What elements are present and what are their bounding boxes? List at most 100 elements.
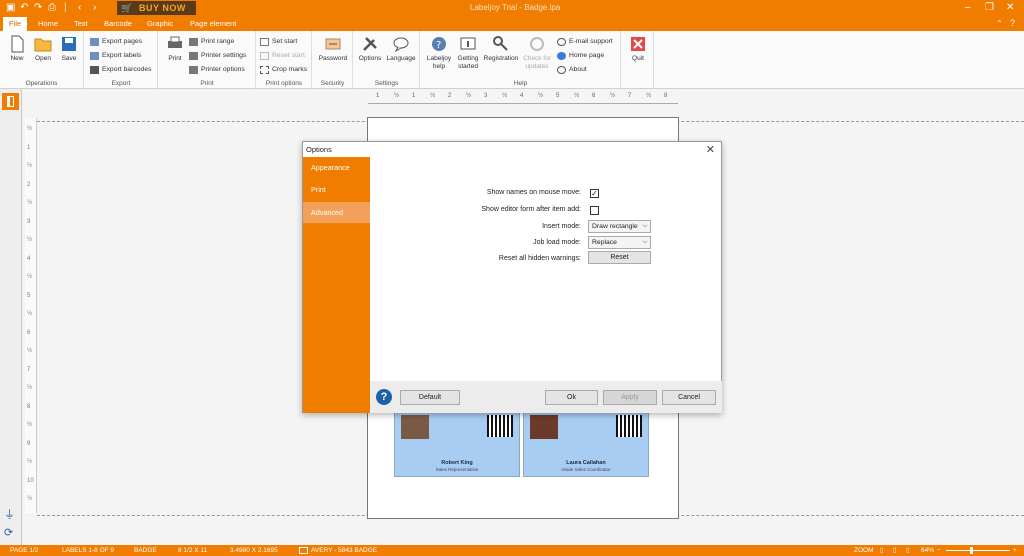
export-labels-label: Export labels — [102, 52, 142, 59]
open-label: Open — [35, 55, 51, 62]
group-label-security: Security — [320, 80, 345, 87]
job-load-select[interactable]: Replace ⌵ — [588, 236, 651, 249]
language-button[interactable]: Language — [385, 35, 417, 63]
about-label: About — [569, 66, 587, 73]
forward-icon[interactable]: › — [93, 2, 96, 14]
zoom-fit-icon[interactable]: ▯ — [906, 545, 910, 556]
zoom-page-icon[interactable]: ▯ — [880, 545, 884, 556]
print-icon[interactable]: ⎙ — [48, 2, 56, 14]
save-button[interactable]: Save — [58, 35, 80, 63]
zoom-slider-thumb[interactable] — [970, 547, 973, 554]
nav-appearance[interactable]: Appearance — [303, 157, 370, 178]
status-zoom-label: ZOOM — [854, 547, 874, 554]
options-button[interactable]: Options — [356, 35, 384, 63]
reset-warnings-button[interactable]: Reset — [588, 251, 651, 264]
getting-started-button[interactable]: Getting started — [454, 35, 482, 71]
email-support-button[interactable]: E-mail support — [557, 36, 613, 48]
zoom-out-button[interactable]: − — [937, 545, 941, 556]
save-icon[interactable]: ▣ — [6, 2, 15, 14]
new-label: New — [10, 55, 24, 62]
help-icon[interactable]: ? — [376, 389, 392, 405]
default-button[interactable]: Default — [400, 390, 460, 405]
zoom-slider[interactable] — [946, 550, 1010, 551]
tab-graphic[interactable]: Graphic — [141, 17, 179, 31]
zoom-in-button[interactable]: + — [1013, 545, 1017, 556]
quit-button[interactable]: Quit — [626, 35, 650, 63]
close-icon[interactable]: ✕ — [1006, 2, 1014, 14]
status-paper: 8 1/2 X 11 — [178, 547, 208, 554]
ruler-tick: 4 — [27, 255, 31, 262]
open-button[interactable]: Open — [32, 35, 54, 63]
ruler-tick: 6 — [592, 93, 596, 99]
sync-icon[interactable]: ⟳ — [4, 526, 13, 539]
badge-name-1: Robert King — [441, 460, 473, 466]
ok-button[interactable]: Ok — [545, 390, 598, 405]
new-button[interactable]: New — [6, 35, 28, 63]
minimize-icon[interactable]: – — [965, 2, 971, 14]
about-button[interactable]: About — [557, 64, 587, 76]
tab-file[interactable]: File — [3, 17, 28, 31]
dialog-close-icon[interactable]: ✕ — [706, 143, 715, 156]
labeljoy-help-button[interactable]: ? Labeljoy help — [424, 35, 454, 71]
check-updates-label-1: Check for — [523, 55, 551, 62]
set-start-button[interactable]: Set start — [260, 36, 297, 48]
export-barcodes-button[interactable]: Export barcodes — [90, 64, 152, 76]
ruler-tick: ½ — [27, 459, 33, 465]
ruler-tick: ½ — [394, 93, 400, 99]
nav-print[interactable]: Print — [303, 179, 370, 200]
zoom-width-icon[interactable]: ▯ — [893, 545, 897, 556]
ruler-tick: 5 — [27, 292, 31, 299]
plug-icon[interactable]: ⏚ — [4, 506, 15, 522]
refresh-icon — [530, 37, 544, 51]
export-pages-button[interactable]: Export pages — [90, 36, 142, 48]
crop-marks-button[interactable]: Crop marks — [260, 64, 307, 76]
cancel-button[interactable]: Cancel — [662, 390, 716, 405]
insert-mode-select[interactable]: Draw rectangle ⌵ — [588, 220, 651, 233]
group-label-export: Export — [111, 80, 131, 87]
reset-start-icon — [260, 52, 269, 60]
redo-icon[interactable]: ↷ — [34, 2, 42, 14]
language-label: Language — [386, 55, 416, 62]
set-start-icon — [260, 38, 269, 46]
tab-barcode[interactable]: Barcode — [98, 17, 138, 31]
ruler-tick: ½ — [574, 93, 580, 99]
ruler-tick: ½ — [27, 422, 33, 428]
badge-label-1[interactable]: Robert King Sales Representative — [394, 411, 520, 477]
check-updates-button[interactable]: Check for updates — [520, 35, 554, 71]
reset-start-label: Reset start — [272, 52, 305, 59]
tab-text[interactable]: Text — [68, 17, 94, 31]
printer-options-button[interactable]: Printer options — [189, 64, 245, 76]
show-editor-checkbox[interactable] — [590, 206, 599, 215]
ruler-tick: 7 — [628, 93, 632, 99]
group-label-operations: Operations — [25, 80, 58, 87]
tab-page-element[interactable]: Page element — [184, 17, 242, 31]
email-support-label: E-mail support — [569, 38, 613, 45]
export-labels-icon — [90, 52, 99, 60]
apply-button[interactable]: Apply — [603, 390, 657, 405]
undo-icon[interactable]: ↶ — [20, 2, 28, 14]
badge-label-2[interactable]: Laura Callahan Inside Sales Coordinator — [523, 411, 649, 477]
help-icon[interactable]: ? — [1010, 17, 1015, 29]
panel-toggle-button[interactable] — [2, 93, 19, 110]
home-page-button[interactable]: Home page — [557, 50, 604, 62]
printer-settings-icon — [189, 52, 198, 60]
export-labels-button[interactable]: Export labels — [90, 50, 141, 62]
password-button[interactable]: Password — [316, 35, 350, 63]
print-button[interactable]: Print — [163, 35, 187, 63]
print-range-button[interactable]: Print range — [189, 36, 234, 48]
registration-button[interactable]: Registration — [482, 35, 520, 63]
help-globe-icon: ? — [432, 37, 446, 51]
collapse-ribbon-icon[interactable]: ⌃ — [996, 18, 1003, 30]
print-label: Print — [168, 55, 182, 62]
buy-now-button[interactable]: 🛒 BUY NOW — [117, 1, 196, 15]
printer-settings-button[interactable]: Printer settings — [189, 50, 246, 62]
buy-now-label: BUY NOW — [139, 3, 186, 13]
show-names-checkbox[interactable]: ✓ — [590, 189, 599, 198]
back-icon[interactable]: ‹ — [78, 2, 81, 14]
restore-icon[interactable]: ❐ — [985, 2, 994, 14]
reset-start-button[interactable]: Reset start — [260, 50, 305, 62]
ruler-tick: 7 — [27, 366, 31, 373]
set-start-label: Set start — [272, 38, 298, 45]
nav-advanced[interactable]: Advanced — [303, 202, 370, 223]
tab-home[interactable]: Home — [32, 17, 64, 31]
